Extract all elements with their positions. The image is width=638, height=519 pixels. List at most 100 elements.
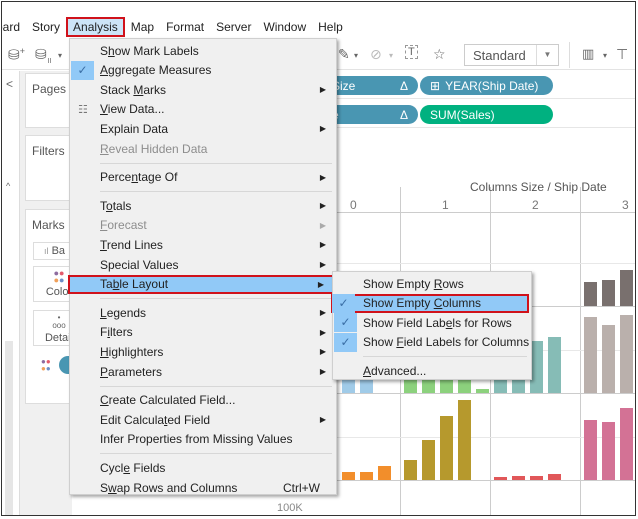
bar-mark[interactable] — [342, 472, 355, 480]
menu-item-create-calculated-field[interactable]: Create Calculated Field... — [70, 391, 336, 410]
collapse-pane-icon[interactable]: < — [6, 77, 13, 91]
menu-item-stack-marks[interactable]: Stack Marks ▶ — [70, 80, 336, 99]
bar-mark[interactable] — [620, 270, 633, 306]
menu-item-show-empty-rows[interactable]: Show Empty Rows — [333, 274, 531, 293]
submenu-arrow-icon: ▶ — [317, 279, 324, 289]
show-me-icon[interactable]: ▥ — [582, 46, 594, 62]
text-label-icon[interactable]: T — [405, 45, 418, 59]
highlight-pen-icon[interactable]: ✎ — [338, 46, 350, 63]
rows-pill-sum-sales[interactable]: SUM(Sales) — [420, 105, 553, 124]
bar-mark[interactable] — [584, 420, 597, 480]
analysis-menu: Show Mark Labels ✓ Aggregate Measures Stack… — [68, 38, 337, 497]
submenu-arrow-icon: ▶ — [319, 415, 326, 425]
menu-item-parameters[interactable]: Parameters ▶ — [70, 362, 336, 381]
table-layout-submenu: Show Empty Rows ✓ Show Empty Columns ✓ Show … — [331, 271, 532, 380]
menu-item-totals[interactable]: Totals ▶ — [70, 196, 336, 215]
menu-item-label: Parameters — [100, 364, 163, 379]
menu-separator — [100, 453, 332, 455]
bar-mark[interactable] — [548, 337, 561, 393]
menu-item-special-values[interactable]: Special Values ▶ — [70, 255, 336, 274]
bar-mark[interactable] — [458, 400, 471, 480]
axis-tick-label: 100K — [277, 502, 303, 514]
dropdown-arrow-icon[interactable]: ▾ — [603, 51, 607, 60]
menu-item-show-field-labels-for-columns[interactable]: ✓ Show Field Labels for Columns — [333, 332, 531, 352]
attach-icon[interactable]: ⊘ — [370, 46, 382, 63]
bar-mark[interactable] — [378, 465, 391, 480]
menu-server[interactable]: Server — [210, 17, 257, 37]
menu-format[interactable]: Format — [160, 17, 210, 37]
menu-analysis[interactable]: Analysis — [66, 17, 125, 37]
menu-item-trend-lines[interactable]: Trend Lines ▶ — [70, 235, 336, 254]
menu-item-percentage-of[interactable]: Percentage Of ▶ — [70, 168, 336, 187]
view-size-select[interactable]: Standard ▼ — [464, 44, 559, 66]
menu-map[interactable]: Map — [125, 17, 160, 37]
bar-mark[interactable] — [584, 282, 597, 306]
presentation-icon[interactable]: ⊤ — [616, 46, 628, 63]
chevron-up-icon[interactable]: ^ — [6, 181, 10, 191]
bar-mark[interactable] — [548, 474, 561, 480]
bar-mark[interactable] — [620, 408, 633, 480]
menu-help[interactable]: Help — [312, 17, 349, 37]
column-header[interactable]: 0 — [350, 198, 357, 212]
bar-mark[interactable] — [422, 440, 435, 480]
menu-item-cycle-fields[interactable]: Cycle Fields — [70, 458, 336, 477]
menu-item-view-data[interactable]: ☷ View Data... — [70, 100, 336, 119]
menu-item-show-mark-labels[interactable]: Show Mark Labels — [70, 41, 336, 60]
menu-separator — [100, 385, 332, 387]
shortcut-label: Ctrl+W — [283, 480, 320, 495]
pin-icon[interactable]: ☆ — [433, 46, 446, 63]
dropdown-arrow-icon[interactable]: ▾ — [389, 51, 393, 60]
bar-mark[interactable] — [620, 315, 633, 393]
column-header[interactable]: 2 — [532, 198, 539, 212]
menu-item-legends[interactable]: Legends ▶ — [70, 303, 336, 322]
column-header[interactable]: 3 — [622, 198, 629, 212]
data-pane-scrollbar[interactable] — [5, 341, 13, 515]
bar-mark[interactable] — [440, 416, 453, 480]
column-header[interactable]: 1 — [442, 198, 449, 212]
bar-mark[interactable] — [404, 460, 417, 480]
bar-mark[interactable] — [602, 325, 615, 393]
menu-item-table-layout[interactable]: Table Layout ▶ — [68, 274, 334, 294]
delta-icon: Δ — [399, 78, 408, 93]
menu-item-forecast: Forecast ▶ — [70, 216, 336, 235]
menu-oard[interactable]: oard — [2, 17, 26, 37]
menu-item-label: Infer Properties from Missing Values — [100, 432, 293, 447]
expand-icon: ⊞ — [430, 78, 441, 93]
bar-mark[interactable] — [602, 422, 615, 480]
pill-label: YEAR(Ship Date) — [445, 78, 539, 93]
menu-item-label: View Data... — [100, 102, 165, 117]
menu-item-explain-data[interactable]: Explain Data ▶ — [70, 119, 336, 138]
menu-item-show-field-labels-for-rows[interactable]: ✓ Show Field Labels for Rows — [333, 313, 531, 333]
bar-mark[interactable] — [476, 389, 489, 393]
menu-item-filters[interactable]: Filters ▶ — [70, 323, 336, 342]
submenu-arrow-icon: ▶ — [319, 240, 326, 250]
menu-item-swap-rows-and-columns[interactable]: Swap Rows and Columns Ctrl+W — [70, 478, 336, 497]
columns-shelf: Size Δ ⊞ YEAR(Ship Date) — [322, 71, 635, 99]
dropdown-arrow-icon[interactable]: ▾ — [58, 51, 62, 60]
menu-item-edit-calculated-field[interactable]: Edit Calculated Field ▶ — [70, 410, 336, 429]
bar-mark[interactable] — [602, 280, 615, 306]
menu-window[interactable]: Window — [257, 17, 312, 37]
bar-mark[interactable] — [360, 472, 373, 480]
tableau-window: oardStoryAnalysisMapFormatServerWindowHe… — [1, 1, 636, 516]
submenu-arrow-icon: ▶ — [319, 85, 326, 95]
menu-item-show-empty-columns[interactable]: ✓ Show Empty Columns — [331, 293, 529, 313]
bar-mark[interactable] — [512, 476, 525, 480]
menu-item-label: Edit Calculated Field — [100, 412, 211, 427]
marks-title: Marks — [32, 218, 65, 232]
bar-mark[interactable] — [584, 317, 597, 393]
new-datasource-icon[interactable]: ⛁+ — [8, 46, 25, 64]
dropdown-arrow-icon[interactable]: ▾ — [354, 51, 358, 60]
menu-story[interactable]: Story — [26, 17, 66, 37]
columns-pill-year-ship-date[interactable]: ⊞ YEAR(Ship Date) — [420, 76, 553, 95]
pause-datasource-icon[interactable]: ⛁॥ — [35, 46, 52, 66]
bar-mark[interactable] — [494, 476, 507, 480]
menu-item-label: Show Empty Rows — [363, 276, 464, 291]
menu-item-infer-properties-from-missing-values[interactable]: Infer Properties from Missing Values — [70, 430, 336, 449]
menu-item-highlighters[interactable]: Highlighters ▶ — [70, 342, 336, 361]
menu-item-aggregate-measures[interactable]: ✓ Aggregate Measures — [70, 60, 336, 80]
menu-item-advanced[interactable]: Advanced... — [333, 361, 531, 380]
menu-item-label: Stack Marks — [100, 82, 167, 97]
menu-separator — [100, 298, 332, 300]
bar-mark[interactable] — [530, 476, 543, 480]
